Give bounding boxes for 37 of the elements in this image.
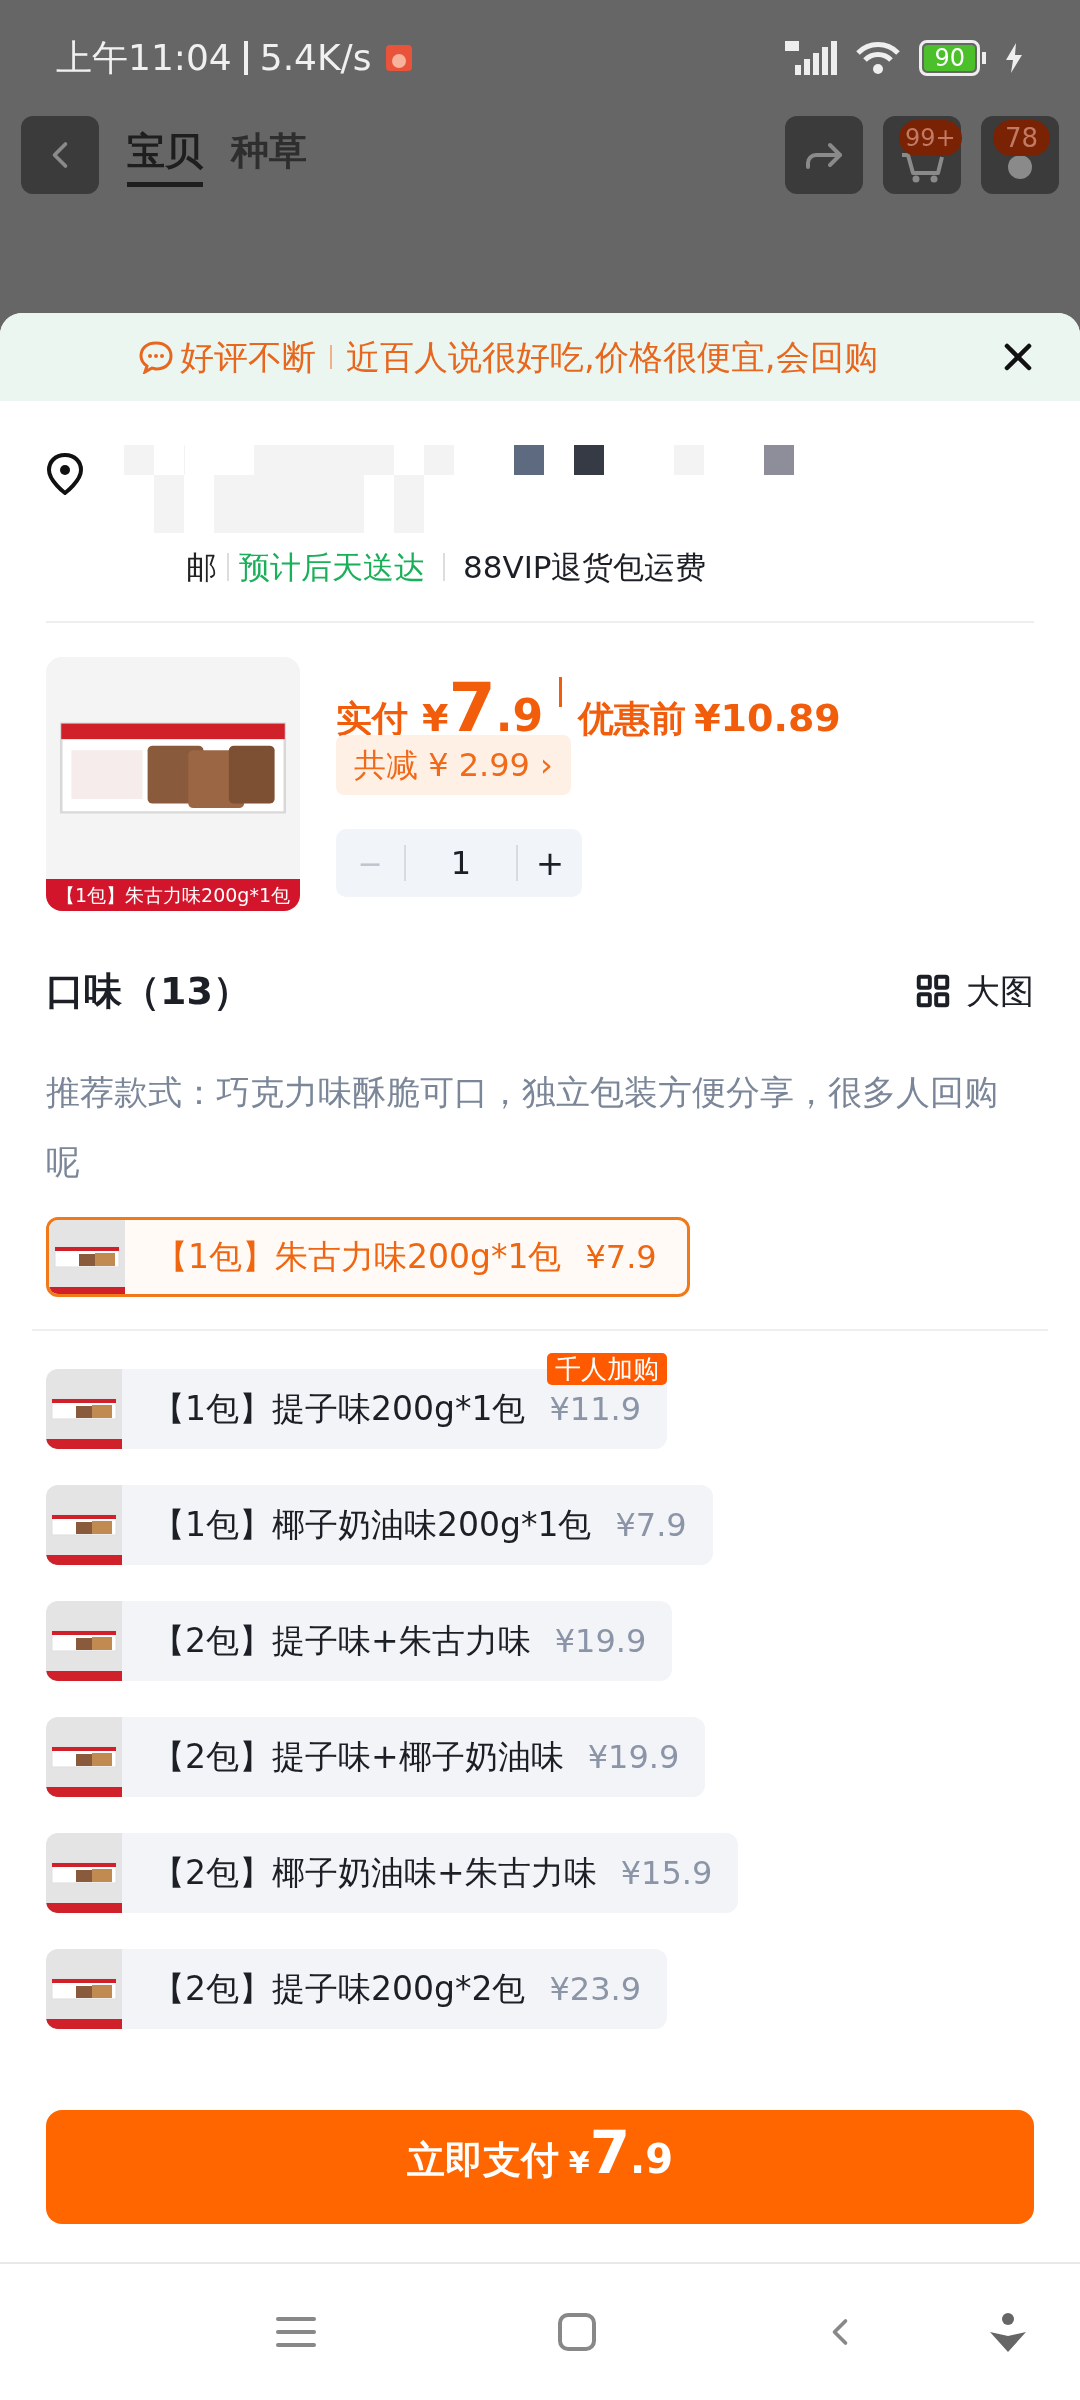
original-price: ¥10.89 (694, 695, 841, 742)
network-speed: 5.4K/s (259, 35, 372, 80)
review-summary: 近百人说很好吃,价格很便宜,会回购 (346, 335, 878, 379)
chat-bubble-icon (138, 340, 174, 374)
flavor-title: 口味（13） (46, 967, 251, 1015)
increase-button[interactable]: + (518, 837, 582, 889)
status-time: 上午11:04 (56, 35, 232, 80)
app-notification-icon (385, 44, 412, 71)
return-policy: 88VIP退货包运费 (463, 547, 707, 587)
product-image-caption: 【1包】朱古力味200g*1包 (46, 879, 300, 911)
popular-tag: 千人加购 (547, 1353, 668, 1385)
original-price-label: 优惠前 (578, 697, 687, 741)
cart-icon (900, 153, 944, 183)
flavor-option[interactable]: 【2包】提子味+椰子奶油味 ¥19.9 (46, 1717, 706, 1797)
grid-icon (914, 972, 952, 1010)
battery-indicator: 90 (919, 39, 986, 76)
flavor-option[interactable]: 【2包】提子味+朱古力味 ¥19.9 (46, 1601, 673, 1681)
back-button[interactable] (21, 116, 99, 194)
quantity-value: 1 (449, 843, 473, 884)
signal-icon (785, 40, 838, 75)
home-icon[interactable] (558, 2313, 596, 2351)
message-badge: 78 (993, 120, 1051, 156)
delivery-estimate: 预计后天送达 (239, 547, 425, 587)
large-view-toggle[interactable]: 大图 (914, 965, 1034, 1017)
review-tag: 好评不断 (180, 331, 316, 383)
flavor-option[interactable]: 【2包】提子味200g*2包 ¥23.9 (46, 1949, 668, 2029)
location-pin-icon (46, 453, 84, 495)
person-icon[interactable] (990, 2312, 1026, 2352)
flavor-option[interactable]: 【2包】椰子奶油味+朱古力味 ¥15.9 (46, 1833, 739, 1913)
charging-icon (1004, 42, 1024, 73)
flavor-option[interactable]: 【1包】椰子奶油味200g*1包 ¥7.9 (46, 1485, 713, 1565)
share-button[interactable] (785, 116, 863, 194)
cart-badge: 99+ (899, 120, 962, 156)
wifi-icon (855, 40, 902, 75)
shipping-text: 邮 (186, 547, 217, 587)
menu-icon[interactable] (276, 2315, 316, 2349)
recommendation-text: 推荐款式：巧克力味酥脆可口，独立包装方便分享，很多人回购呢 (46, 1071, 999, 1184)
